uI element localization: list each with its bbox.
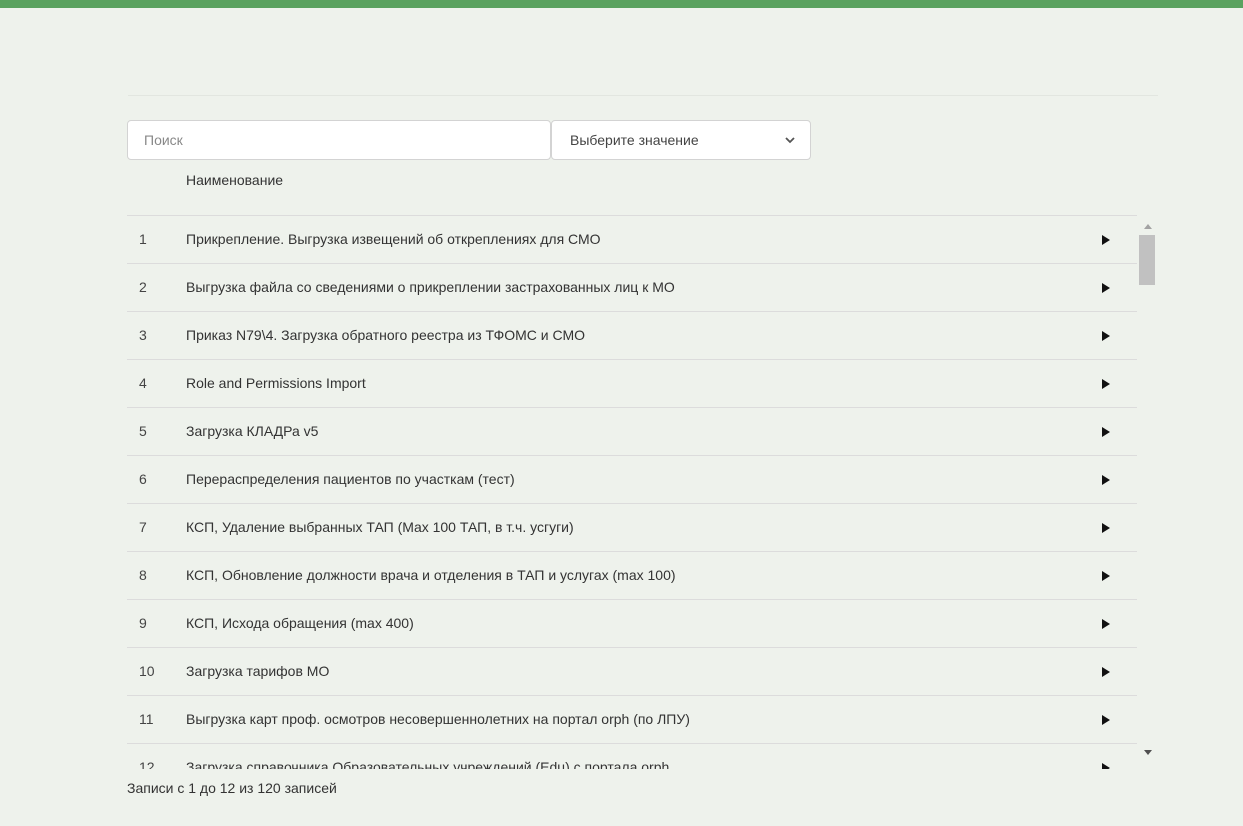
play-arrow-icon[interactable] — [1101, 666, 1111, 678]
row-number: 2 — [139, 279, 147, 295]
row-name: КСП, Удаление выбранных ТАП (Max 100 ТАП… — [186, 519, 574, 535]
play-arrow-icon[interactable] — [1101, 474, 1111, 486]
scroll-up-arrow-icon[interactable] — [1144, 223, 1152, 229]
row-name: КСП, Обновление должности врача и отделе… — [186, 567, 676, 583]
row-number: 8 — [139, 567, 147, 583]
row-name: Role and Permissions Import — [186, 375, 366, 391]
play-arrow-icon[interactable] — [1101, 714, 1111, 726]
play-arrow-icon[interactable] — [1101, 618, 1111, 630]
play-arrow-icon[interactable] — [1101, 762, 1111, 769]
row-name: Перераспределения пациентов по участкам … — [186, 471, 515, 487]
list-scrollbar[interactable] — [1137, 217, 1158, 769]
row-name: Прикрепление. Выгрузка извещений об откр… — [186, 231, 601, 247]
table-row[interactable]: 6 Перераспределения пациентов по участка… — [127, 456, 1137, 504]
table-row[interactable]: 3 Приказ N79\4. Загрузка обратного реест… — [127, 312, 1137, 360]
play-arrow-icon[interactable] — [1101, 522, 1111, 534]
row-number: 3 — [139, 327, 147, 343]
play-arrow-icon[interactable] — [1101, 426, 1111, 438]
play-arrow-icon[interactable] — [1101, 330, 1111, 342]
header-divider — [128, 95, 1158, 96]
row-name: Выгрузка файла со сведениями о прикрепле… — [186, 279, 675, 295]
play-arrow-icon[interactable] — [1101, 570, 1111, 582]
column-header-name: Наименование — [186, 172, 284, 188]
table-row[interactable]: 2 Выгрузка файла со сведениями о прикреп… — [127, 264, 1137, 312]
table-row[interactable]: 8 КСП, Обновление должности врача и отде… — [127, 552, 1137, 600]
row-name: Загрузка тарифов МО — [186, 663, 330, 679]
table-row[interactable]: 12 Загрузка справочника Образовательных … — [127, 744, 1137, 769]
row-number: 4 — [139, 375, 147, 391]
table-row[interactable]: 9 КСП, Исхода обращения (max 400) — [127, 600, 1137, 648]
table-row[interactable]: 7 КСП, Удаление выбранных ТАП (Max 100 Т… — [127, 504, 1137, 552]
table-row[interactable]: 4 Role and Permissions Import — [127, 360, 1137, 408]
row-name: Приказ N79\4. Загрузка обратного реестра… — [186, 327, 586, 343]
row-number: 1 — [139, 231, 147, 247]
search-input[interactable] — [127, 120, 551, 160]
play-arrow-icon[interactable] — [1101, 378, 1111, 390]
records-info: Записи с 1 до 12 из 120 записей — [127, 780, 337, 796]
scroll-thumb[interactable] — [1139, 235, 1155, 285]
row-number: 12 — [139, 759, 155, 769]
play-arrow-icon[interactable] — [1101, 234, 1111, 246]
row-name: Выгрузка карт проф. осмотров несовершенн… — [186, 711, 690, 727]
row-number: 10 — [139, 663, 155, 679]
row-number: 11 — [139, 711, 154, 727]
row-number: 9 — [139, 615, 147, 631]
table-row[interactable]: 10 Загрузка тарифов МО — [127, 648, 1137, 696]
play-arrow-icon[interactable] — [1101, 282, 1111, 294]
table-row[interactable]: 1 Прикрепление. Выгрузка извещений об от… — [127, 216, 1137, 264]
select-value: Выберите значение — [570, 132, 699, 148]
task-list: 1 Прикрепление. Выгрузка извещений об от… — [127, 215, 1137, 769]
value-select[interactable]: Выберите значение — [551, 120, 811, 160]
row-number: 6 — [139, 471, 147, 487]
table-row[interactable]: 11 Выгрузка карт проф. осмотров несоверш… — [127, 696, 1137, 744]
top-accent-bar — [0, 0, 1243, 8]
row-number: 5 — [139, 423, 147, 439]
row-name: Загрузка справочника Образовательных учр… — [186, 759, 670, 769]
table-row[interactable]: 5 Загрузка КЛАДРа v5 — [127, 408, 1137, 456]
row-name: Загрузка КЛАДРа v5 — [186, 423, 319, 439]
row-number: 7 — [139, 519, 147, 535]
row-name: КСП, Исхода обращения (max 400) — [186, 615, 414, 631]
scroll-down-arrow-icon[interactable] — [1144, 750, 1152, 756]
chevron-down-icon — [785, 137, 795, 144]
